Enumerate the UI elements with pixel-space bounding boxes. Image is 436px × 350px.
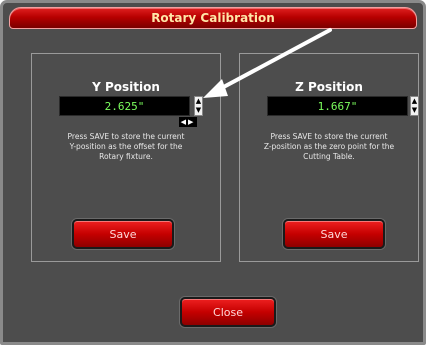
y-position-panel: Y Position 2.625" ▲ ▼ ◀▶ Press SAVE to s… — [31, 53, 221, 262]
close-button[interactable]: Close — [180, 297, 276, 327]
y-position-instructions: Press SAVE to store the current Y-positi… — [67, 132, 185, 161]
z-position-instructions: Press SAVE to store the current Z-positi… — [263, 132, 395, 161]
spin-up-icon[interactable]: ▲ — [195, 97, 202, 106]
y-save-button[interactable]: Save — [72, 219, 174, 249]
spin-down-icon[interactable]: ▼ — [411, 106, 418, 115]
z-position-readout[interactable]: 1.667" — [267, 96, 408, 116]
y-position-spinner[interactable]: ▲ ▼ — [194, 96, 203, 116]
spin-down-icon[interactable]: ▼ — [195, 106, 202, 115]
z-position-spinner[interactable]: ▲ ▼ — [410, 96, 419, 116]
jog-left-right-icon[interactable]: ◀▶ — [179, 117, 197, 127]
spin-up-icon[interactable]: ▲ — [411, 97, 418, 106]
y-position-readout[interactable]: 2.625" — [59, 96, 190, 116]
z-position-title: Z Position — [295, 80, 363, 94]
z-save-button[interactable]: Save — [283, 219, 385, 249]
rotary-calibration-dialog: Rotary Calibration Y Position 2.625" ▲ ▼… — [0, 0, 426, 345]
z-position-panel: Z Position 1.667" ▲ ▼ Press SAVE to stor… — [239, 53, 419, 262]
y-position-title: Y Position — [92, 80, 160, 94]
dialog-title: Rotary Calibration — [9, 7, 417, 29]
